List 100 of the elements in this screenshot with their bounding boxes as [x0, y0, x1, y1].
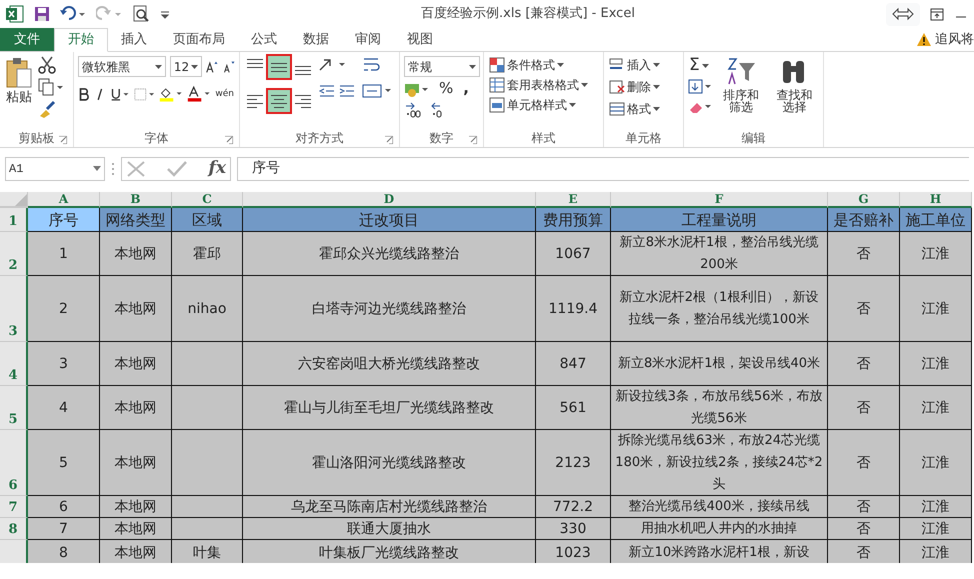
align-center-button[interactable]: [268, 90, 290, 112]
table-cell: 3: [28, 342, 100, 386]
phonetic-button[interactable]: wén: [214, 88, 236, 100]
underline-icon[interactable]: [110, 86, 130, 102]
name-box[interactable]: A1: [5, 156, 105, 180]
column-header[interactable]: H: [900, 192, 972, 208]
customize-toolbar-icon[interactable]: [160, 9, 170, 19]
font-size-field[interactable]: 12: [170, 56, 202, 77]
table-cell: 本地网: [100, 518, 172, 540]
undo-icon[interactable]: [60, 6, 86, 22]
table-cell: 拆除光缆吊线63米，布放24芯光缆180米，新设拉线2条，接续24芯*2头: [611, 430, 828, 496]
cells-menu-button[interactable]: 删除: [608, 78, 679, 96]
align-middle-button[interactable]: [268, 56, 290, 78]
ribbon-tab[interactable]: 开始: [54, 28, 108, 52]
restore-icon[interactable]: [930, 7, 944, 21]
group-label: 字体: [144, 130, 168, 147]
increase-decimal-icon[interactable]: [404, 100, 422, 118]
number-format-field[interactable]: 常规: [404, 56, 480, 77]
column-header[interactable]: F: [611, 192, 828, 208]
save-icon[interactable]: [34, 6, 50, 22]
enter-check-icon[interactable]: [166, 160, 188, 178]
dropdown-caret-icon: [653, 107, 660, 111]
row-header[interactable]: 5: [0, 386, 28, 430]
column-header[interactable]: B: [100, 192, 172, 208]
insert-function-button[interactable]: fx: [208, 159, 227, 178]
dropdown-caret-icon: [469, 64, 476, 68]
table-cell: 整治光缆吊线400米，接续吊线: [611, 496, 828, 518]
row-header[interactable]: 8: [0, 518, 28, 540]
cells-menu-button[interactable]: 格式: [608, 100, 679, 118]
font-color-icon[interactable]: [186, 85, 210, 103]
copy-icon[interactable]: [38, 78, 64, 96]
dialog-launcher-icon[interactable]: [225, 136, 233, 144]
sort-filter-button[interactable]: 排序和筛选: [716, 56, 766, 129]
file-tab[interactable]: 文件: [0, 28, 54, 51]
table-cell: 本地网: [100, 342, 172, 386]
table-cell: 江淮: [900, 386, 972, 430]
table-cell: 否: [828, 276, 900, 342]
table-cell: 561: [536, 386, 611, 430]
ribbon-tab[interactable]: 页面布局: [160, 28, 238, 51]
table-cell: 7: [28, 518, 100, 540]
row-header[interactable]: 2: [0, 232, 28, 276]
column-header[interactable]: D: [243, 192, 536, 208]
dropdown-caret-icon: [557, 63, 564, 67]
column-header[interactable]: G: [828, 192, 900, 208]
font-name-field[interactable]: 微软雅黑: [78, 56, 166, 77]
table-cell: 2: [28, 276, 100, 342]
ribbon-tab[interactable]: 公式: [238, 28, 290, 51]
grow-font-icon[interactable]: [206, 58, 219, 74]
shrink-font-icon[interactable]: [222, 58, 235, 74]
row-header[interactable]: 3: [0, 276, 28, 342]
ribbon-tab[interactable]: 插入: [108, 28, 160, 51]
merge-center-icon[interactable]: [362, 82, 392, 100]
table-cell: 霍邱: [172, 232, 243, 276]
dialog-launcher-icon[interactable]: [59, 136, 67, 144]
dropdown-caret-icon: [93, 166, 101, 171]
table-cell: 330: [536, 518, 611, 540]
table-cell: 本地网: [100, 430, 172, 496]
table-cell: 772.2: [536, 496, 611, 518]
formula-input[interactable]: 序号: [237, 156, 969, 180]
column-header[interactable]: A: [28, 192, 100, 208]
cell-styles-icon: [489, 97, 505, 113]
autosum-button[interactable]: Σ: [688, 56, 712, 75]
table-cell: 否: [828, 342, 900, 386]
style-menu-button[interactable]: 套用表格格式: [488, 76, 599, 94]
bold-icon[interactable]: [78, 86, 90, 102]
find-select-button[interactable]: 查找和选择: [770, 56, 819, 129]
column-header[interactable]: E: [536, 192, 611, 208]
column-header[interactable]: C: [172, 192, 243, 208]
dialog-launcher-icon[interactable]: [469, 136, 477, 144]
align-left-icon: [247, 94, 263, 108]
print-preview-icon[interactable]: [132, 5, 150, 23]
dialog-launcher-icon[interactable]: [385, 136, 393, 144]
user-name[interactable]: 追风将: [935, 30, 974, 50]
column-title-cell: 网络类型: [100, 208, 172, 232]
brush-icon[interactable]: [38, 100, 56, 118]
table-cell: 用抽水机吧人井内的水抽掉: [611, 518, 828, 540]
align-right-icon: [295, 94, 311, 108]
group-label: 对齐方式: [296, 130, 344, 147]
fill-down-icon[interactable]: [688, 79, 712, 95]
row-header[interactable]: 1: [0, 208, 28, 232]
row-header[interactable]: 4: [0, 342, 28, 386]
percent-button[interactable]: %: [438, 80, 454, 97]
style-menu-button[interactable]: 单元格样式: [488, 96, 599, 114]
ribbon-tab[interactable]: 视图: [394, 28, 446, 51]
row-header[interactable]: 6: [0, 430, 28, 496]
ribbon-tab[interactable]: 数据: [290, 28, 342, 51]
table-cell: 江淮: [900, 430, 972, 496]
style-menu-button[interactable]: 条件格式: [488, 56, 599, 74]
column-title-cell: 施工单位: [900, 208, 972, 232]
comma-button[interactable]: ,: [462, 80, 470, 97]
row-header[interactable]: 7: [0, 496, 28, 518]
table-cell: 新立水泥杆2根（1根利旧），新设拉线一条，整治吊线光缆100米: [611, 276, 828, 342]
paste-button[interactable]: 粘贴: [4, 56, 34, 129]
scissors-icon[interactable]: [38, 56, 56, 74]
cells-menu-button[interactable]: 插入: [608, 56, 679, 74]
column-title-cell: 区域: [172, 208, 243, 232]
table-cell: 新立8米水泥杆1根，整治吊线光缆200米: [611, 232, 828, 276]
ribbon-display-button[interactable]: [886, 2, 920, 26]
table-format-icon: [489, 77, 505, 93]
ribbon-tab[interactable]: 审阅: [342, 28, 394, 51]
